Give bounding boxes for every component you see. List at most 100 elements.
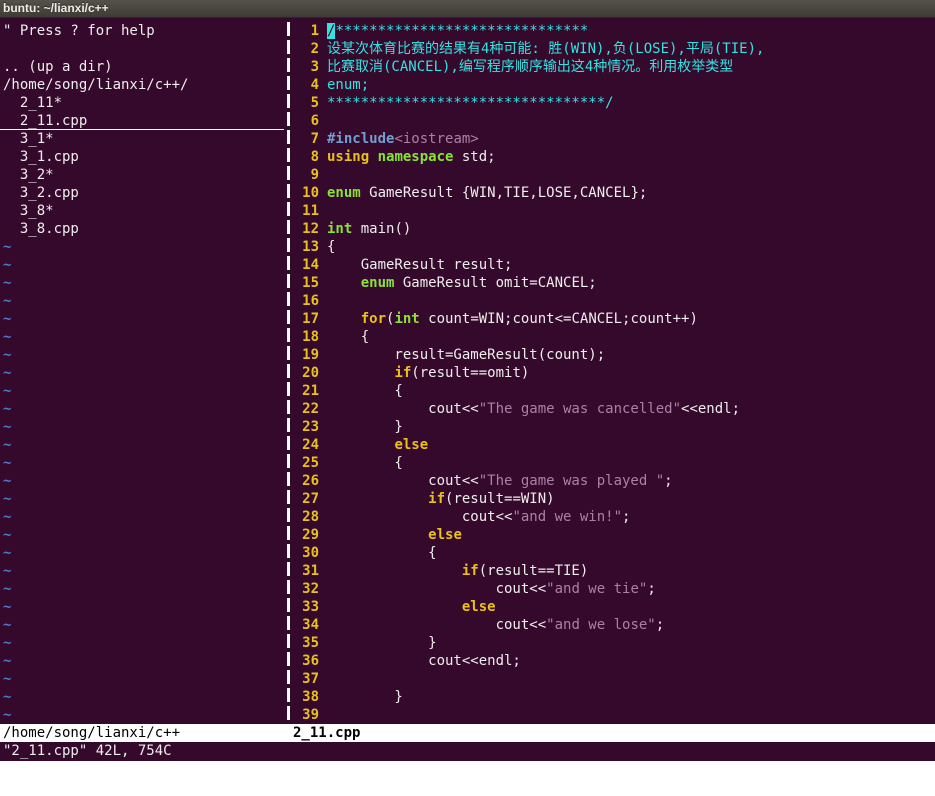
- statusline[interactable]: /home/song/lianxi/c++ 2_11.cpp: [0, 724, 935, 742]
- code-line[interactable]: 23 }: [293, 418, 935, 436]
- code-line[interactable]: 1/******************************: [293, 22, 935, 40]
- code-token: ;: [647, 581, 656, 597]
- code-token: cout<<: [327, 617, 547, 633]
- tree-item[interactable]: [0, 40, 284, 58]
- code-line[interactable]: 36 cout<<endl;: [293, 652, 935, 670]
- line-number: 23: [302, 419, 319, 435]
- code-token: #include: [327, 131, 395, 147]
- code-line[interactable]: 5 *********************************/: [293, 94, 935, 112]
- empty-line-tilde: ~: [3, 491, 12, 507]
- tree-item[interactable]: 3_8.cpp: [0, 220, 284, 238]
- code-line[interactable]: 27 if(result==WIN): [293, 490, 935, 508]
- code-line[interactable]: 7 #include<iostream>: [293, 130, 935, 148]
- code-token: using: [327, 149, 370, 165]
- code-line[interactable]: 31 if(result==TIE): [293, 562, 935, 580]
- tree-item[interactable]: 3_1*: [0, 130, 284, 148]
- line-number: 3: [310, 59, 319, 75]
- code-token: "and we lose": [546, 617, 656, 633]
- code-line[interactable]: 32 cout<<"and we tie";: [293, 580, 935, 598]
- code-line[interactable]: 30 {: [293, 544, 935, 562]
- line-number: 25: [302, 455, 319, 471]
- code-line[interactable]: 12 int main(): [293, 220, 935, 238]
- code-token: else: [394, 437, 429, 453]
- line-number: 6: [310, 113, 319, 129]
- code-line[interactable]: 16: [293, 292, 935, 310]
- code-line[interactable]: 21 {: [293, 382, 935, 400]
- code-line[interactable]: 10 enum GameResult {WIN,TIE,LOSE,CANCEL};: [293, 184, 935, 202]
- empty-line-tilde: ~: [3, 347, 12, 363]
- tree-item-selected[interactable]: 2_11.cpp: [0, 112, 284, 130]
- code-token: (result==omit): [411, 365, 530, 381]
- code-line[interactable]: 37: [293, 670, 935, 688]
- code-line[interactable]: 25 {: [293, 454, 935, 472]
- code-line[interactable]: 15 enum GameResult omit=CANCEL;: [293, 274, 935, 292]
- line-number: 15: [302, 275, 319, 291]
- code-line[interactable]: 20 if(result==omit): [293, 364, 935, 382]
- code-token: 比赛取消(CANCEL),编写程序顺序输出这4种情况。利用枚举类型: [327, 59, 734, 75]
- line-number: 5: [310, 95, 319, 111]
- line-number: 22: [302, 401, 319, 417]
- code-line[interactable]: 6: [293, 112, 935, 130]
- code-token: {: [327, 545, 437, 561]
- code-line[interactable]: 8 using namespace std;: [293, 148, 935, 166]
- code-token: enum;: [327, 77, 370, 93]
- line-number: 13: [302, 239, 319, 255]
- code-line[interactable]: 11: [293, 202, 935, 220]
- tree-item[interactable]: 3_8*: [0, 202, 284, 220]
- line-number: 2: [310, 41, 319, 57]
- tree-item[interactable]: 2_11*: [0, 94, 284, 112]
- window-titlebar[interactable]: buntu: ~/lianxi/c++: [0, 0, 935, 18]
- code-line[interactable]: 26 cout<<"The game was played ";: [293, 472, 935, 490]
- code-line[interactable]: 19 result=GameResult(count);: [293, 346, 935, 364]
- line-number: 36: [302, 653, 319, 669]
- code-token: int: [327, 221, 353, 237]
- code-line[interactable]: 28 cout<<"and we win!";: [293, 508, 935, 526]
- tree-item[interactable]: 3_2*: [0, 166, 284, 184]
- code-token: {: [327, 329, 370, 345]
- code-pane: 1/****************************** 2 设某次体育比赛…: [293, 22, 935, 724]
- code-line[interactable]: 4 enum;: [293, 76, 935, 94]
- code-line[interactable]: 17 for(int count=WIN;count<=CANCEL;count…: [293, 310, 935, 328]
- empty-line-tilde: ~: [3, 617, 12, 633]
- code-token: *********************************/: [327, 95, 614, 111]
- code-line[interactable]: 14 GameResult result;: [293, 256, 935, 274]
- code-line[interactable]: 39: [293, 706, 935, 724]
- line-number: 10: [302, 185, 319, 201]
- code-line[interactable]: 35 }: [293, 634, 935, 652]
- tree-item[interactable]: .. (up a dir): [0, 58, 284, 76]
- code-token: ;: [664, 473, 673, 489]
- line-number: 26: [302, 473, 319, 489]
- code-line[interactable]: 13 {: [293, 238, 935, 256]
- vertical-split-separator[interactable]: [287, 22, 290, 724]
- tree-item[interactable]: 3_1.cpp: [0, 148, 284, 166]
- line-number: 39: [302, 707, 319, 723]
- empty-line-tilde: ~: [3, 311, 12, 327]
- code-token: int: [394, 311, 420, 327]
- empty-line-tilde: ~: [3, 419, 12, 435]
- tree-item[interactable]: /home/song/lianxi/c++/: [0, 76, 284, 94]
- code-line[interactable]: 38 }: [293, 688, 935, 706]
- code-token: ;: [655, 617, 665, 633]
- code-token: {: [327, 383, 403, 399]
- line-number: 35: [302, 635, 319, 651]
- code-line[interactable]: 29 else: [293, 526, 935, 544]
- tree-item[interactable]: " Press ? for help: [0, 22, 284, 40]
- code-line[interactable]: 24 else: [293, 436, 935, 454]
- code-line[interactable]: 2 设某次体育比赛的结果有4种可能: 胜(WIN),负(LOSE),平局(TIE)…: [293, 40, 935, 58]
- code-token: cout<<: [327, 473, 479, 489]
- code-token: "and we tie": [546, 581, 648, 597]
- code-line[interactable]: 22 cout<<"The game was cancelled"<<endl;: [293, 400, 935, 418]
- empty-line-tilde: ~: [3, 599, 12, 615]
- vim-editor: " Press ? for help.. (up a dir)/home/son…: [0, 18, 935, 761]
- line-number: 12: [302, 221, 319, 237]
- code-line[interactable]: 3 比赛取消(CANCEL),编写程序顺序输出这4种情况。利用枚举类型: [293, 58, 935, 76]
- code-line[interactable]: 33 else: [293, 598, 935, 616]
- code-line[interactable]: 34 cout<<"and we lose";: [293, 616, 935, 634]
- tree-item[interactable]: 3_2.cpp: [0, 184, 284, 202]
- code-line[interactable]: 9: [293, 166, 935, 184]
- code-line[interactable]: 18 {: [293, 328, 935, 346]
- code-token: "The game was cancelled": [478, 401, 682, 417]
- code-token: count=WIN;count<=CANCEL;count++): [419, 311, 698, 327]
